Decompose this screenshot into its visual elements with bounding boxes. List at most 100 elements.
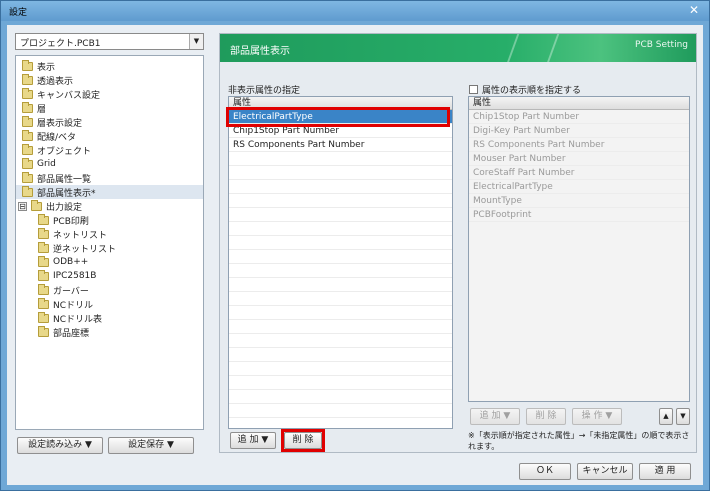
settings-window: 設定 ✕ プロジェクト.PCB1 ▼ 表示 透過表示 キャンバス設定 層 層表示… bbox=[0, 0, 710, 491]
list-item[interactable]: Mouser Part Number bbox=[469, 152, 689, 166]
tree-item[interactable]: オブジェクト bbox=[22, 143, 91, 157]
tree-item-label: 部品属性表示* bbox=[37, 188, 96, 199]
tree-item-label: ODB++ bbox=[53, 257, 89, 267]
tree-item-label: 配線/ベタ bbox=[37, 132, 77, 143]
apply-button[interactable]: 適 用 bbox=[639, 463, 691, 480]
empty-row bbox=[229, 348, 452, 362]
move-up-icon[interactable]: ▲ bbox=[659, 408, 673, 425]
folder-icon bbox=[38, 325, 49, 337]
display-order-list[interactable]: 属性 Chip1Stop Part Number Digi-Key Part N… bbox=[468, 96, 690, 402]
tree-item[interactable]: Grid bbox=[22, 157, 56, 171]
project-select[interactable]: プロジェクト.PCB1 ▼ bbox=[15, 33, 204, 50]
tree-item[interactable]: 配線/ベタ bbox=[22, 129, 76, 143]
tree-item-output[interactable]: ⊟ 出力設定 bbox=[18, 199, 82, 213]
empty-row bbox=[229, 306, 452, 320]
add-order-button[interactable]: 追 加 ▼ bbox=[470, 408, 520, 425]
empty-row bbox=[229, 208, 452, 222]
list-item[interactable]: ElectricalPartType bbox=[469, 180, 689, 194]
tree-item-label: 部品座標 bbox=[53, 328, 90, 339]
order-note: ※「表示順が指定された属性」→「未指定属性」の順で表示されます。 bbox=[468, 431, 690, 451]
tree-item-label: 部品属性一覧 bbox=[37, 174, 92, 185]
hidden-attrs-list[interactable]: 属性 ElectricalPartType Chip1Stop Part Num… bbox=[228, 96, 453, 429]
tree-item[interactable]: キャンバス設定 bbox=[22, 87, 100, 101]
window-title: 設定 bbox=[9, 8, 28, 18]
tree-item-label: 逆ネットリスト bbox=[53, 244, 117, 255]
empty-row bbox=[229, 278, 452, 292]
chevron-down-icon[interactable]: ▼ bbox=[189, 34, 203, 49]
tree-item[interactable]: ODB++ bbox=[38, 255, 88, 269]
tree-item-label: NCドリル表 bbox=[53, 314, 103, 325]
folder-icon bbox=[38, 269, 49, 281]
folder-icon bbox=[22, 115, 33, 127]
tree-item-label: 層 bbox=[37, 104, 47, 115]
tree-item[interactable]: 層表示設定 bbox=[22, 115, 82, 129]
folder-icon bbox=[38, 283, 49, 295]
empty-row bbox=[229, 390, 452, 404]
folder-icon bbox=[22, 59, 33, 71]
order-checkbox[interactable] bbox=[469, 85, 478, 94]
tree-item[interactable]: ガーバー bbox=[38, 283, 89, 297]
folder-icon bbox=[22, 171, 33, 183]
tree-item[interactable]: 層 bbox=[22, 101, 46, 115]
folder-icon bbox=[22, 143, 33, 155]
dialog-body: プロジェクト.PCB1 ▼ 表示 透過表示 キャンバス設定 層 層表示設定 配線… bbox=[7, 25, 703, 485]
order-checkbox-label: 属性の表示順を指定する bbox=[482, 86, 582, 96]
tree-item-label: 表示 bbox=[37, 62, 56, 73]
tree-item[interactable]: 部品属性一覧 bbox=[22, 171, 91, 185]
collapse-icon[interactable]: ⊟ bbox=[18, 201, 27, 211]
folder-icon bbox=[22, 157, 33, 169]
tree-item[interactable]: ネットリスト bbox=[38, 227, 107, 241]
list-item[interactable]: RS Components Part Number bbox=[229, 138, 452, 152]
tree-item[interactable]: 逆ネットリスト bbox=[38, 241, 116, 255]
list-item[interactable]: Digi-Key Part Number bbox=[469, 124, 689, 138]
ok-button[interactable]: ＯＫ bbox=[519, 463, 571, 480]
folder-icon bbox=[22, 129, 33, 141]
save-settings-button[interactable]: 設定保存 ▼ bbox=[108, 437, 194, 454]
empty-row bbox=[229, 222, 452, 236]
list-item[interactable]: Chip1Stop Part Number bbox=[469, 110, 689, 124]
highlight-box bbox=[281, 429, 325, 452]
list-item[interactable]: CoreStaff Part Number bbox=[469, 166, 689, 180]
empty-row bbox=[229, 236, 452, 250]
list-item[interactable]: MountType bbox=[469, 194, 689, 208]
empty-row bbox=[229, 404, 452, 418]
empty-row bbox=[229, 320, 452, 334]
tree-item-label: 出力設定 bbox=[46, 202, 83, 213]
list-header[interactable]: 属性 bbox=[469, 97, 689, 110]
tree-item-label: キャンバス設定 bbox=[37, 90, 101, 101]
cancel-button[interactable]: キャンセル bbox=[577, 463, 633, 480]
tree-item[interactable]: NCドリル bbox=[38, 297, 93, 311]
hidden-attrs-label: 非表示属性の指定 bbox=[228, 86, 301, 96]
tree-item-selected[interactable]: 部品属性表示* bbox=[16, 185, 203, 199]
tree-item[interactable]: IPC2581B bbox=[38, 269, 96, 283]
panel-banner: 部品属性表示 PCB Setting bbox=[220, 34, 696, 62]
close-icon[interactable]: ✕ bbox=[687, 3, 701, 17]
panel-title: 部品属性表示 bbox=[230, 46, 290, 57]
folder-icon bbox=[31, 199, 42, 211]
list-item[interactable]: RS Components Part Number bbox=[469, 138, 689, 152]
title-bar[interactable]: 設定 ✕ bbox=[1, 1, 709, 21]
folder-icon bbox=[38, 311, 49, 323]
empty-row bbox=[229, 166, 452, 180]
folder-icon bbox=[22, 73, 33, 85]
tree-item[interactable]: 表示 bbox=[22, 59, 55, 73]
empty-row bbox=[229, 362, 452, 376]
operate-button[interactable]: 操 作 ▼ bbox=[572, 408, 622, 425]
add-button[interactable]: 追 加 ▼ bbox=[230, 432, 276, 449]
panel-subtitle: PCB Setting bbox=[635, 40, 688, 50]
empty-row bbox=[229, 418, 452, 428]
empty-row bbox=[229, 334, 452, 348]
folder-icon bbox=[22, 87, 33, 99]
tree-item[interactable]: PCB印刷 bbox=[38, 213, 89, 227]
highlight-box bbox=[226, 107, 450, 127]
tree-item[interactable]: 部品座標 bbox=[38, 325, 89, 339]
delete-order-button[interactable]: 削 除 bbox=[526, 408, 566, 425]
tree-item[interactable]: NCドリル表 bbox=[38, 311, 102, 325]
folder-icon bbox=[22, 185, 33, 197]
tree-item-label: 層表示設定 bbox=[37, 118, 83, 129]
tree-item[interactable]: 透過表示 bbox=[22, 73, 73, 87]
load-settings-button[interactable]: 設定読み込み ▼ bbox=[17, 437, 103, 454]
list-item[interactable]: PCBFootprint bbox=[469, 208, 689, 222]
move-down-icon[interactable]: ▼ bbox=[676, 408, 690, 425]
empty-row bbox=[229, 376, 452, 390]
